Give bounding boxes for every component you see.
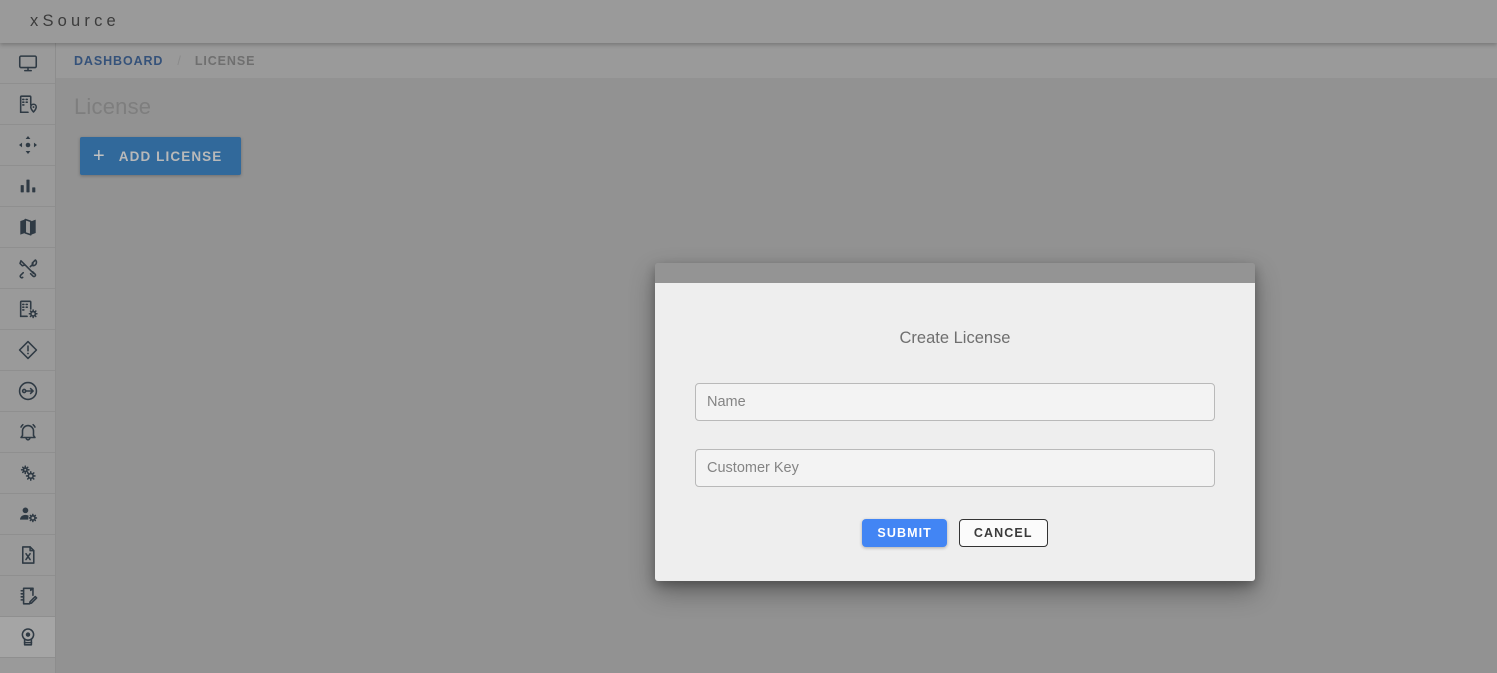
dialog-body: Create License SUBMIT CANCEL <box>655 283 1255 581</box>
dialog-title: Create License <box>899 329 1011 347</box>
name-input[interactable] <box>695 383 1215 421</box>
dialog-header-strip <box>655 263 1255 283</box>
submit-button[interactable]: SUBMIT <box>862 519 947 547</box>
customer-key-input[interactable] <box>695 449 1215 487</box>
modal-overlay[interactable]: Create License SUBMIT CANCEL <box>0 0 1497 673</box>
dialog-actions: SUBMIT CANCEL <box>695 519 1215 547</box>
create-license-dialog: Create License SUBMIT CANCEL <box>655 263 1255 581</box>
app-root: xSource DASHBOARD / LICENSE License + AD… <box>0 0 1497 673</box>
cancel-button[interactable]: CANCEL <box>958 519 1048 547</box>
